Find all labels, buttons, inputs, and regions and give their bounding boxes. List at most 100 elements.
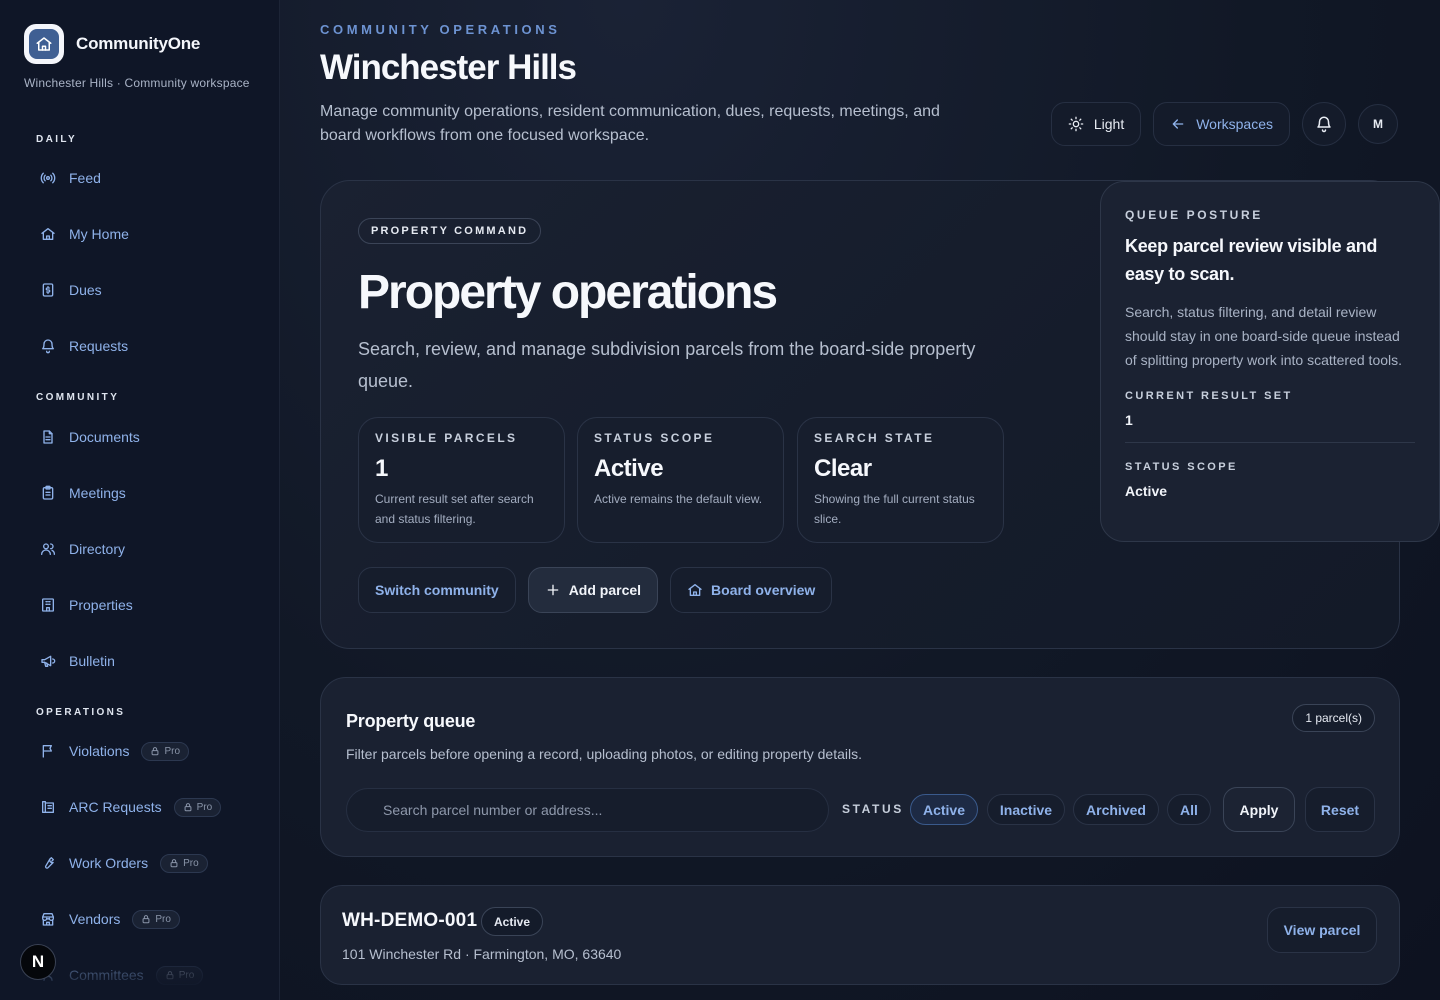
sidebar-item-properties[interactable]: Properties xyxy=(40,594,133,616)
sidebar-item-label: Requests xyxy=(69,338,129,354)
stat-label: VISIBLE PARCELS xyxy=(375,431,518,445)
nav-section-operations: OPERATIONS xyxy=(36,707,126,718)
sidebar-item-label: Bulletin xyxy=(69,653,115,669)
sidebar-item-label: Documents xyxy=(69,429,140,445)
nav-section-daily: DAILY xyxy=(36,134,78,145)
posture-result-value: 1 xyxy=(1125,412,1133,428)
stat-card-visible-parcels: VISIBLE PARCELS 1 Current result set aft… xyxy=(358,417,565,543)
sidebar-item-label: Vendors xyxy=(69,911,121,927)
posture-eyebrow: QUEUE POSTURE xyxy=(1125,208,1263,222)
receipt-dollar-icon xyxy=(42,283,54,297)
lock-icon xyxy=(170,859,178,868)
stat-card-status-scope: STATUS SCOPE Active Active remains the d… xyxy=(577,417,784,543)
property-queue-panel: Property queue 1 parcel(s) Filter parcel… xyxy=(320,677,1400,857)
sidebar-item-directory[interactable]: Directory xyxy=(40,538,125,560)
flag-icon xyxy=(42,745,52,758)
add-parcel-button[interactable]: Add parcel xyxy=(527,567,659,613)
lock-icon xyxy=(152,747,159,756)
workspaces-button[interactable]: Workspaces xyxy=(1153,102,1290,146)
sidebar-item-vendors[interactable]: Vendors Pro xyxy=(40,908,180,930)
home-icon xyxy=(41,228,55,240)
pro-badge: Pro xyxy=(132,909,180,929)
property-command-card: PROPERTY COMMAND Property operations Sea… xyxy=(320,180,1440,649)
plus-icon xyxy=(547,584,559,596)
stat-help: Showing the full current status slice. xyxy=(814,492,975,526)
hero-description: Search, review, and manage subdivision p… xyxy=(358,339,976,391)
filter-chip-archived[interactable]: Archived xyxy=(1073,794,1159,825)
sidebar-item-committees[interactable]: Committees Pro xyxy=(40,964,204,986)
page-title: Winchester Hills xyxy=(320,48,577,87)
bell-icon xyxy=(1317,116,1331,133)
sidebar-item-bulletin[interactable]: Bulletin xyxy=(40,650,115,672)
parcel-count-badge: 1 parcel(s) xyxy=(1292,704,1375,732)
brand[interactable]: CommunityOne xyxy=(24,24,200,64)
lock-icon xyxy=(184,803,192,812)
board-overview-button[interactable]: Board overview xyxy=(670,567,833,613)
arrow-left-icon xyxy=(1172,119,1184,129)
filter-chip-all[interactable]: All xyxy=(1167,794,1211,825)
sidebar-item-label: ARC Requests xyxy=(69,799,162,815)
store-icon xyxy=(42,913,54,926)
queue-posture-panel: QUEUE POSTURE Keep parcel review visible… xyxy=(1100,181,1440,542)
switch-community-button[interactable]: Switch community xyxy=(358,567,516,613)
sidebar-item-requests[interactable]: Requests xyxy=(40,335,128,357)
view-parcel-button[interactable]: View parcel xyxy=(1267,907,1377,953)
hero-title: Property operations xyxy=(358,266,778,319)
page-description: Manage community operations, resident co… xyxy=(320,103,940,144)
sidebar-item-label: Properties xyxy=(69,597,133,613)
home-icon xyxy=(36,37,52,51)
hero-tag: PROPERTY COMMAND xyxy=(358,218,542,244)
user-avatar-button[interactable]: M xyxy=(1358,104,1398,144)
radio-broadcast-icon xyxy=(40,172,56,184)
clipboard-icon xyxy=(42,485,54,500)
parcel-address: 101 Winchester Rd · Farmington, MO, 6364… xyxy=(342,946,622,962)
sidebar-item-label: My Home xyxy=(69,226,129,242)
sidebar-item-feed[interactable]: Feed xyxy=(40,167,101,189)
posture-scope-label: STATUS SCOPE xyxy=(1125,461,1238,473)
sidebar-item-label: Violations xyxy=(69,743,130,759)
building-icon xyxy=(42,598,54,612)
filter-chip-inactive[interactable]: Inactive xyxy=(987,794,1065,825)
document-icon xyxy=(43,430,53,444)
parcel-search-input[interactable] xyxy=(346,788,829,832)
home-icon xyxy=(688,584,702,596)
theme-toggle-button[interactable]: Light xyxy=(1050,102,1142,146)
lock-icon xyxy=(142,915,150,924)
sidebar-item-label: Work Orders xyxy=(69,855,149,871)
stat-label: STATUS SCOPE xyxy=(594,431,715,445)
page-eyebrow: COMMUNITY OPERATIONS xyxy=(320,22,561,37)
users-icon xyxy=(41,543,55,555)
sidebar-item-my-home[interactable]: My Home xyxy=(40,223,129,245)
status-filter-label: STATUS xyxy=(842,802,904,816)
apply-button[interactable]: Apply xyxy=(1223,787,1295,832)
queue-description: Filter parcels before opening a record, … xyxy=(346,746,862,762)
filter-chip-active[interactable]: Active xyxy=(910,794,978,825)
reset-button[interactable]: Reset xyxy=(1305,787,1375,832)
hero-actions: Switch community Add parcel Board overvi… xyxy=(358,567,833,613)
sidebar-item-label: Feed xyxy=(69,170,101,186)
sidebar-item-label: Dues xyxy=(69,282,102,298)
blueprint-icon xyxy=(42,801,54,813)
sidebar-item-work-orders[interactable]: Work Orders Pro xyxy=(40,852,208,874)
stat-label: SEARCH STATE xyxy=(814,431,935,445)
divider xyxy=(1125,442,1415,443)
sidebar-item-label: Meetings xyxy=(69,485,126,501)
sidebar-item-documents[interactable]: Documents xyxy=(40,426,140,448)
sidebar-item-violations[interactable]: Violations Pro xyxy=(40,740,190,762)
notifications-button[interactable] xyxy=(1302,102,1346,146)
stat-value: Clear xyxy=(814,455,872,482)
header-actions: Light Workspaces M xyxy=(1050,102,1398,146)
sidebar-item-label: Committees xyxy=(69,967,144,983)
brand-logo xyxy=(24,24,64,64)
sidebar: CommunityOne Winchester Hills · Communit… xyxy=(0,0,280,1000)
dev-tools-badge[interactable]: N xyxy=(20,944,56,980)
stat-value: 1 xyxy=(375,455,388,482)
pro-badge: Pro xyxy=(141,741,190,761)
sidebar-item-dues[interactable]: Dues xyxy=(40,279,102,301)
sidebar-item-meetings[interactable]: Meetings xyxy=(40,482,126,504)
lock-icon xyxy=(166,971,174,980)
queue-title: Property queue xyxy=(346,711,476,731)
sidebar-item-arc-requests[interactable]: ARC Requests Pro xyxy=(40,796,222,818)
wrench-icon xyxy=(44,857,54,869)
pro-badge: Pro xyxy=(160,853,208,873)
